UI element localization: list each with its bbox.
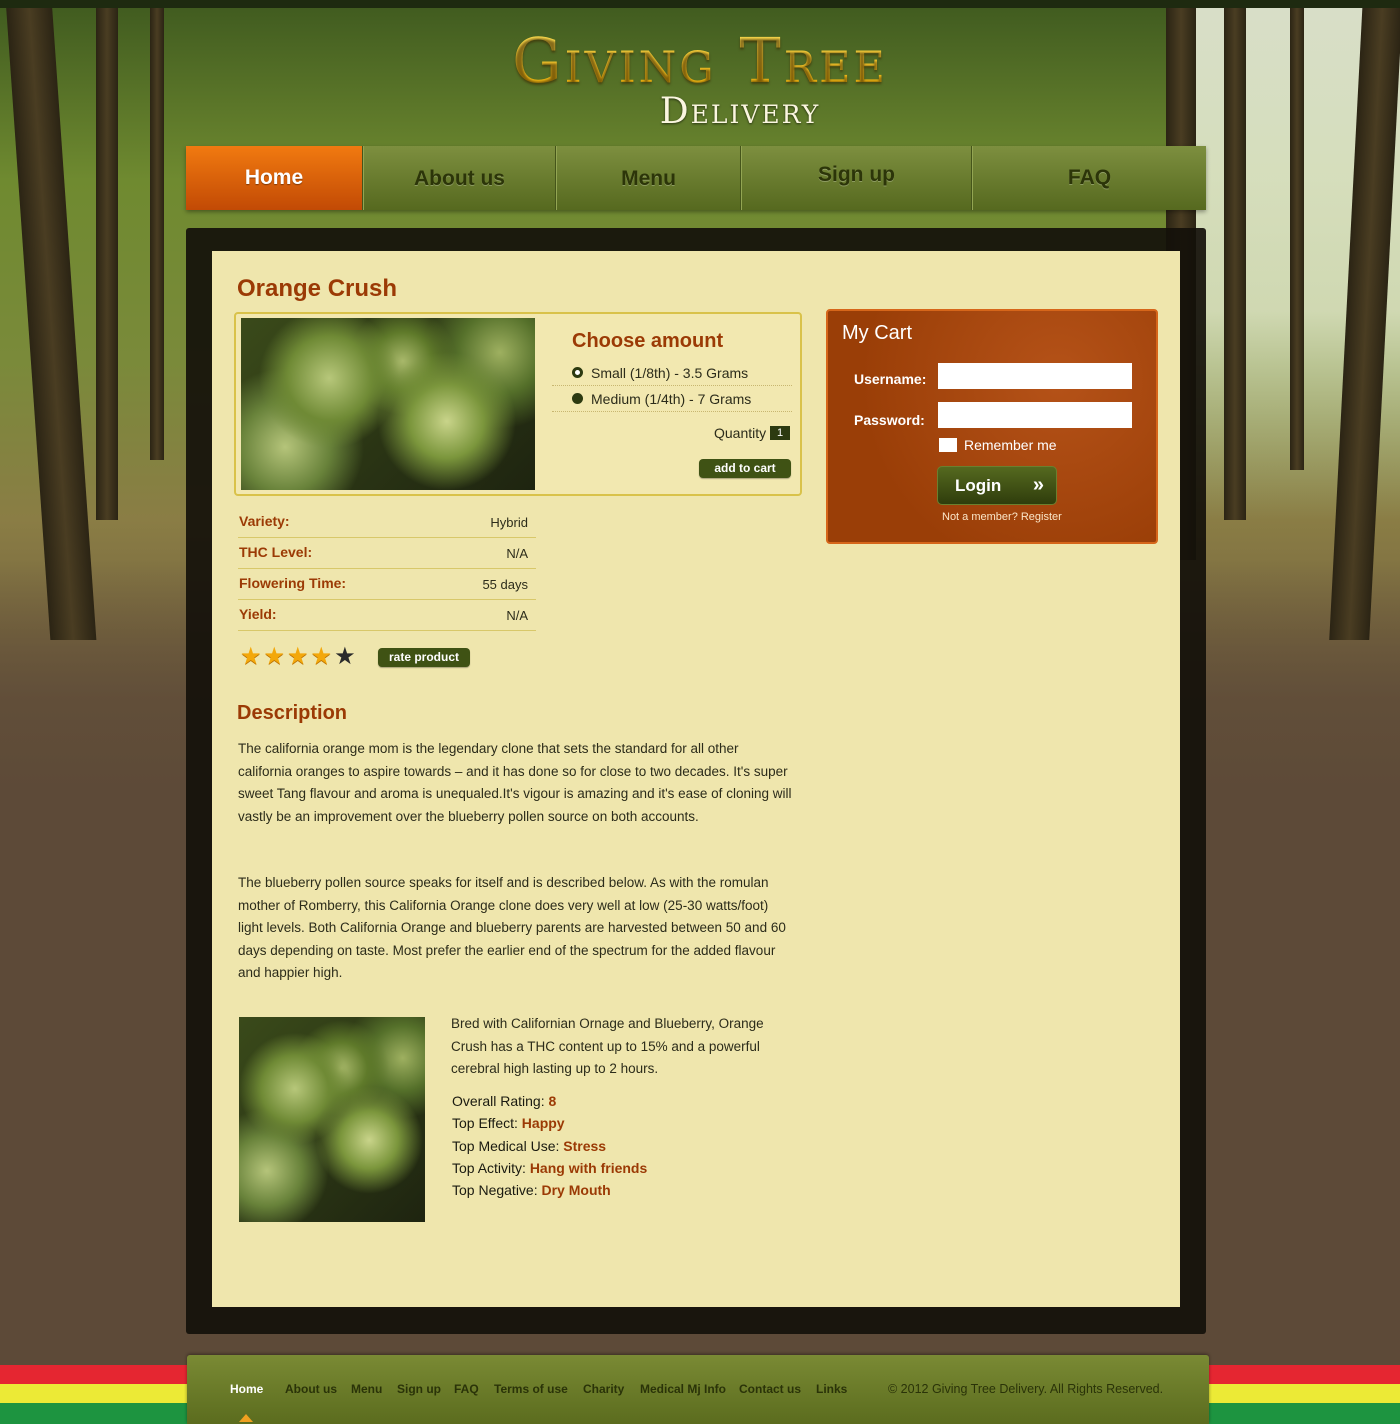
radio-selected-icon[interactable] <box>572 393 583 404</box>
option-label: Medium (1/4th) - 7 Grams <box>591 390 752 407</box>
login-label: Login <box>955 476 1002 495</box>
register-link[interactable]: Not a member? Register <box>942 511 1062 523</box>
star-empty-icon[interactable]: ★ <box>334 645 356 669</box>
password-input[interactable] <box>938 402 1132 428</box>
footer-link-links[interactable]: Links <box>816 1382 847 1396</box>
star-filled-icon[interactable]: ★ <box>287 645 309 669</box>
spec-value: Hybrid <box>490 515 528 530</box>
description-title: Description <box>237 702 348 724</box>
active-indicator-icon <box>239 1414 253 1422</box>
username-input[interactable] <box>938 363 1132 389</box>
remember-me-checkbox[interactable] <box>939 438 957 452</box>
rate-product-button[interactable]: rate product <box>378 648 470 667</box>
logo-subtitle: Delivery <box>659 91 821 132</box>
radio-icon[interactable] <box>572 367 583 378</box>
star-filled-icon[interactable]: ★ <box>311 645 333 669</box>
footer-link-about-us[interactable]: About us <box>285 1382 337 1396</box>
stat-label: Top Effect <box>452 1115 515 1132</box>
footer-link-faq[interactable]: FAQ <box>454 1382 479 1396</box>
logo-title: Giving Tree <box>0 28 1400 94</box>
spec-label: Yield: <box>239 606 277 622</box>
description-paragraph: The california orange mom is the legenda… <box>238 741 792 824</box>
footer-link-terms[interactable]: Terms of use <box>494 1382 568 1396</box>
footer-link-sign-up[interactable]: Sign up <box>397 1382 441 1396</box>
main-nav: Home About us Menu Sign up FAQ <box>186 146 1206 210</box>
spec-label: THC Level: <box>239 544 313 560</box>
star-filled-icon[interactable]: ★ <box>264 645 286 669</box>
footer-link-menu[interactable]: Menu <box>351 1382 382 1396</box>
password-label: Password: <box>854 412 925 428</box>
quantity-input[interactable]: 1 <box>770 426 790 440</box>
stat-label: Top Activity <box>452 1159 523 1176</box>
spec-row: THC Level: N/A <box>238 538 536 569</box>
cart-title: My Cart <box>842 322 912 344</box>
username-label: Username: <box>854 371 927 387</box>
spec-value: N/A <box>506 608 528 623</box>
stat-label: Top Negative <box>452 1182 534 1199</box>
description-paragraph: The blueberry pollen source speaks for i… <box>238 875 786 980</box>
footer-link-medical-info[interactable]: Medical Mj Info <box>640 1382 726 1396</box>
option-medium[interactable]: Medium (1/4th) - 7 Grams <box>552 386 792 412</box>
rating-stars[interactable]: ★ ★ ★ ★ ★ <box>240 645 356 669</box>
top-bar <box>0 0 1400 8</box>
footer-copyright: © 2012 Giving Tree Delivery. All Rights … <box>888 1382 1164 1396</box>
stat-label: Top Medical Use <box>452 1137 556 1154</box>
nav-menu[interactable]: Menu <box>556 146 741 210</box>
spec-value: 55 days <box>482 577 528 592</box>
stat-value: Stress <box>563 1137 607 1154</box>
spec-label: Flowering Time: <box>239 575 347 591</box>
description-summary: Bred with Californian Ornage and Blueber… <box>451 1016 764 1076</box>
stat-row: Overall Rating: 8 <box>452 1093 557 1109</box>
stat-value: Hang with friends <box>529 1159 648 1176</box>
stat-value: Happy <box>521 1115 565 1132</box>
footer-link-contact[interactable]: Contact us <box>739 1382 801 1396</box>
remember-me-label: Remember me <box>964 437 1057 453</box>
quantity-label: Quantity <box>714 425 767 441</box>
login-button[interactable]: Login » <box>937 466 1057 505</box>
option-label: Small (1/8th) - 3.5 Grams <box>591 364 749 381</box>
nav-faq[interactable]: FAQ <box>972 146 1206 210</box>
stat-value: 8 <box>548 1093 557 1109</box>
footer-link-charity[interactable]: Charity <box>583 1382 624 1396</box>
product-title: Orange Crush <box>237 275 398 302</box>
spec-row: Yield: N/A <box>238 600 536 631</box>
nav-about-us[interactable]: About us <box>363 146 556 210</box>
logo[interactable]: Giving Tree Delivery <box>0 28 1400 130</box>
product-stats: Overall Rating: 8 Top Effect: Happy Top … <box>452 1090 647 1201</box>
spec-value: N/A <box>506 546 528 561</box>
star-filled-icon[interactable]: ★ <box>240 645 262 669</box>
spec-label: Variety: <box>239 513 290 529</box>
stat-value: Dry Mouth <box>541 1182 611 1199</box>
spec-row: Variety: Hybrid <box>238 507 536 538</box>
stat-row: Top Activity: Hang with friends <box>452 1159 648 1176</box>
stat-row: Top Effect: Happy <box>452 1115 565 1132</box>
nav-sign-up[interactable]: Sign up <box>741 146 972 210</box>
stat-row: Top Negative: Dry Mouth <box>452 1182 611 1199</box>
stat-label: Overall Rating <box>452 1093 541 1109</box>
stat-row: Top Medical Use: Stress <box>452 1137 607 1154</box>
footer-link-home[interactable]: Home <box>230 1382 263 1396</box>
nav-home[interactable]: Home <box>186 146 363 210</box>
option-small[interactable]: Small (1/8th) - 3.5 Grams <box>552 360 792 386</box>
choose-amount-title: Choose amount <box>572 330 724 352</box>
product-image-secondary[interactable] <box>239 1017 425 1222</box>
add-to-cart-button[interactable]: add to cart <box>699 459 791 478</box>
spec-row: Flowering Time: 55 days <box>238 569 536 600</box>
product-image[interactable] <box>241 318 535 490</box>
double-arrow-icon: » <box>1032 474 1044 496</box>
